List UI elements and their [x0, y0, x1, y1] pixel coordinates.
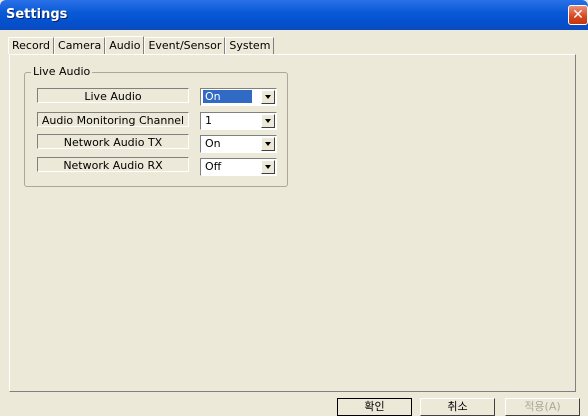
- cancel-button[interactable]: 취소: [420, 398, 495, 416]
- network-audio-rx-value: Off: [205, 160, 222, 173]
- network-audio-rx-select[interactable]: Off: [200, 158, 277, 176]
- network-audio-rx-label: Network Audio RX: [37, 157, 189, 172]
- audio-monitoring-channel-value: 1: [205, 114, 212, 127]
- live-audio-value: On: [203, 90, 252, 103]
- audio-monitoring-channel-label: Audio Monitoring Channel: [37, 112, 189, 127]
- tab-strip: Record Camera Audio Event/Sensor System: [8, 36, 275, 55]
- window-title: Settings: [6, 7, 68, 22]
- chevron-down-icon[interactable]: [261, 90, 275, 104]
- tab-audio[interactable]: Audio: [105, 36, 145, 55]
- group-title: Live Audio: [31, 65, 93, 78]
- live-audio-select[interactable]: On: [200, 88, 277, 106]
- network-audio-tx-value: On: [205, 137, 221, 150]
- chevron-down-icon[interactable]: [261, 137, 275, 151]
- live-audio-label: Live Audio: [37, 88, 189, 103]
- network-audio-tx-select[interactable]: On: [200, 135, 277, 153]
- audio-monitoring-channel-select[interactable]: 1: [200, 112, 277, 130]
- apply-button[interactable]: 적용(A): [505, 398, 580, 416]
- chevron-down-icon[interactable]: [261, 114, 275, 128]
- tab-camera[interactable]: Camera: [54, 37, 106, 54]
- tab-event-sensor[interactable]: Event/Sensor: [144, 37, 226, 54]
- close-button[interactable]: ✕: [568, 5, 588, 25]
- tab-system[interactable]: System: [225, 37, 275, 54]
- network-audio-tx-label: Network Audio TX: [37, 134, 189, 149]
- chevron-down-icon[interactable]: [261, 160, 275, 174]
- tab-record[interactable]: Record: [8, 37, 55, 54]
- title-bar: Settings ✕: [0, 0, 588, 30]
- close-icon: ✕: [572, 7, 584, 23]
- ok-button[interactable]: 확인: [337, 398, 412, 416]
